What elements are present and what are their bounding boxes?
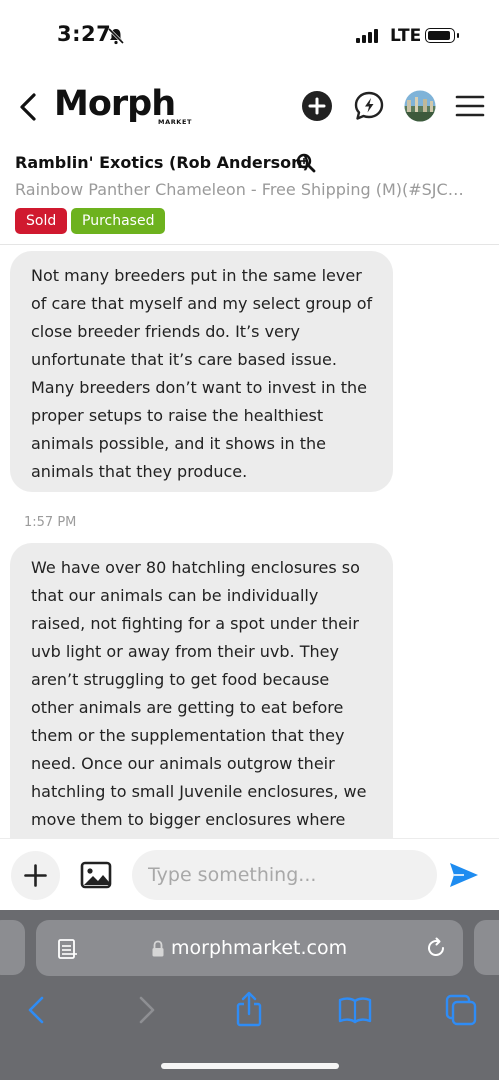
network-type: LTE	[390, 26, 422, 46]
message-timestamp: 1:57 PM	[24, 515, 77, 530]
forward-icon[interactable]	[125, 990, 165, 1030]
back-icon[interactable]	[18, 990, 58, 1030]
sold-badge: Sold	[15, 208, 68, 234]
chat-bolt-icon[interactable]	[353, 90, 385, 122]
bookmarks-icon[interactable]	[335, 990, 375, 1030]
message-input[interactable]	[132, 850, 437, 900]
signal-icon	[356, 29, 378, 43]
back-chevron-icon[interactable]	[14, 90, 46, 124]
status-time: 3:27	[57, 22, 112, 46]
seller-name[interactable]: Ramblin' Exotics (Rob Anderson)	[15, 153, 310, 172]
plus-icon	[24, 864, 47, 887]
message-list[interactable]: Not many breeders put in the same lever …	[0, 245, 499, 838]
page-settings-icon[interactable]	[57, 937, 79, 961]
search-zoom-icon[interactable]	[296, 153, 316, 173]
battery-icon	[425, 28, 455, 43]
listing-title[interactable]: Rainbow Panther Chameleon - Free Shippin…	[15, 180, 485, 199]
image-icon[interactable]	[80, 860, 112, 890]
reload-icon[interactable]	[424, 936, 448, 960]
logo-text: Morph	[54, 84, 176, 124]
morphmarket-logo[interactable]: Morph MARKET	[54, 84, 191, 126]
composer-divider	[0, 838, 499, 839]
message-bubble: Not many breeders put in the same lever …	[10, 251, 393, 492]
home-indicator	[161, 1063, 339, 1069]
message-bubble: We have over 80 hatchling enclosures so …	[10, 543, 393, 838]
purchased-badge: Purchased	[71, 208, 166, 234]
attach-button[interactable]	[11, 851, 60, 900]
send-icon[interactable]	[448, 861, 480, 889]
tabs-icon[interactable]	[441, 990, 481, 1030]
url-text[interactable]: morphmarket.com	[171, 937, 347, 959]
battery-tip	[457, 33, 459, 38]
plus-circle-icon[interactable]	[301, 90, 333, 122]
bell-muted-icon	[107, 27, 125, 45]
logo-subtext: MARKET	[158, 118, 193, 126]
share-icon[interactable]	[229, 990, 269, 1030]
previous-tab-peek[interactable]	[0, 920, 25, 975]
menu-icon[interactable]	[454, 90, 486, 122]
avatar[interactable]	[404, 90, 436, 122]
lock-icon	[152, 940, 164, 957]
next-tab-peek[interactable]	[474, 920, 499, 975]
